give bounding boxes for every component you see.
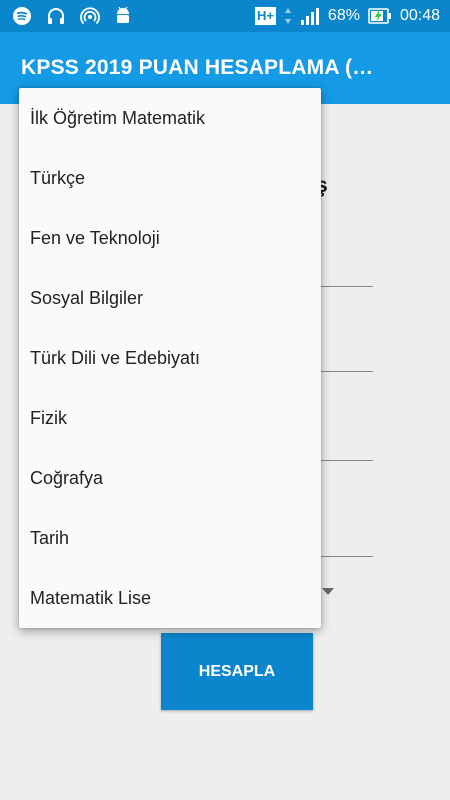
clock: 00:48 <box>399 7 440 24</box>
input-field-4-underline[interactable] <box>320 556 373 557</box>
spinner-arrow-icon[interactable] <box>322 588 334 595</box>
dropdown-item-sosyal-bilgiler[interactable]: Sosyal Bilgiler <box>19 268 321 328</box>
dropdown-item-tarih[interactable]: Tarih <box>19 508 321 568</box>
status-bar: H+ 68% 00:48 <box>0 0 450 32</box>
hotspot-icon <box>80 7 100 25</box>
dropdown-item-matematik-lise[interactable]: Matematik Lise <box>19 568 321 628</box>
calculate-button[interactable]: HESAPLA <box>161 633 313 710</box>
app-title: KPSS 2019 PUAN HESAPLAMA (… <box>21 56 374 79</box>
android-icon <box>117 6 129 23</box>
system-status: H+ 68% 00:48 <box>254 6 440 26</box>
signal-icon <box>300 8 319 25</box>
subject-dropdown-menu: İlk Öğretim Matematik Türkçe Fen ve Tekn… <box>19 88 321 628</box>
notification-icons <box>12 6 132 26</box>
battery-charging-icon <box>368 8 391 24</box>
dropdown-item-cografya[interactable]: Coğrafya <box>19 448 321 508</box>
dropdown-item-fizik[interactable]: Fizik <box>19 388 321 448</box>
input-field-1-underline[interactable] <box>320 286 373 287</box>
headset-icon <box>48 8 64 24</box>
dropdown-item-turk-dili-ve-edebiyati[interactable]: Türk Dili ve Edebiyatı <box>19 328 321 388</box>
input-field-3-underline[interactable] <box>320 460 373 461</box>
dropdown-item-ilk-ogretim-matematik[interactable]: İlk Öğretim Matematik <box>19 88 321 148</box>
battery-percentage: 68% <box>327 7 360 24</box>
network-type-icon: H+ <box>254 7 276 25</box>
input-field-2-underline[interactable] <box>320 371 373 372</box>
data-arrows-icon <box>284 8 291 24</box>
dropdown-item-fen-ve-teknoloji[interactable]: Fen ve Teknoloji <box>19 208 321 268</box>
dropdown-item-turkce[interactable]: Türkçe <box>19 148 321 208</box>
spotify-icon <box>13 7 31 25</box>
